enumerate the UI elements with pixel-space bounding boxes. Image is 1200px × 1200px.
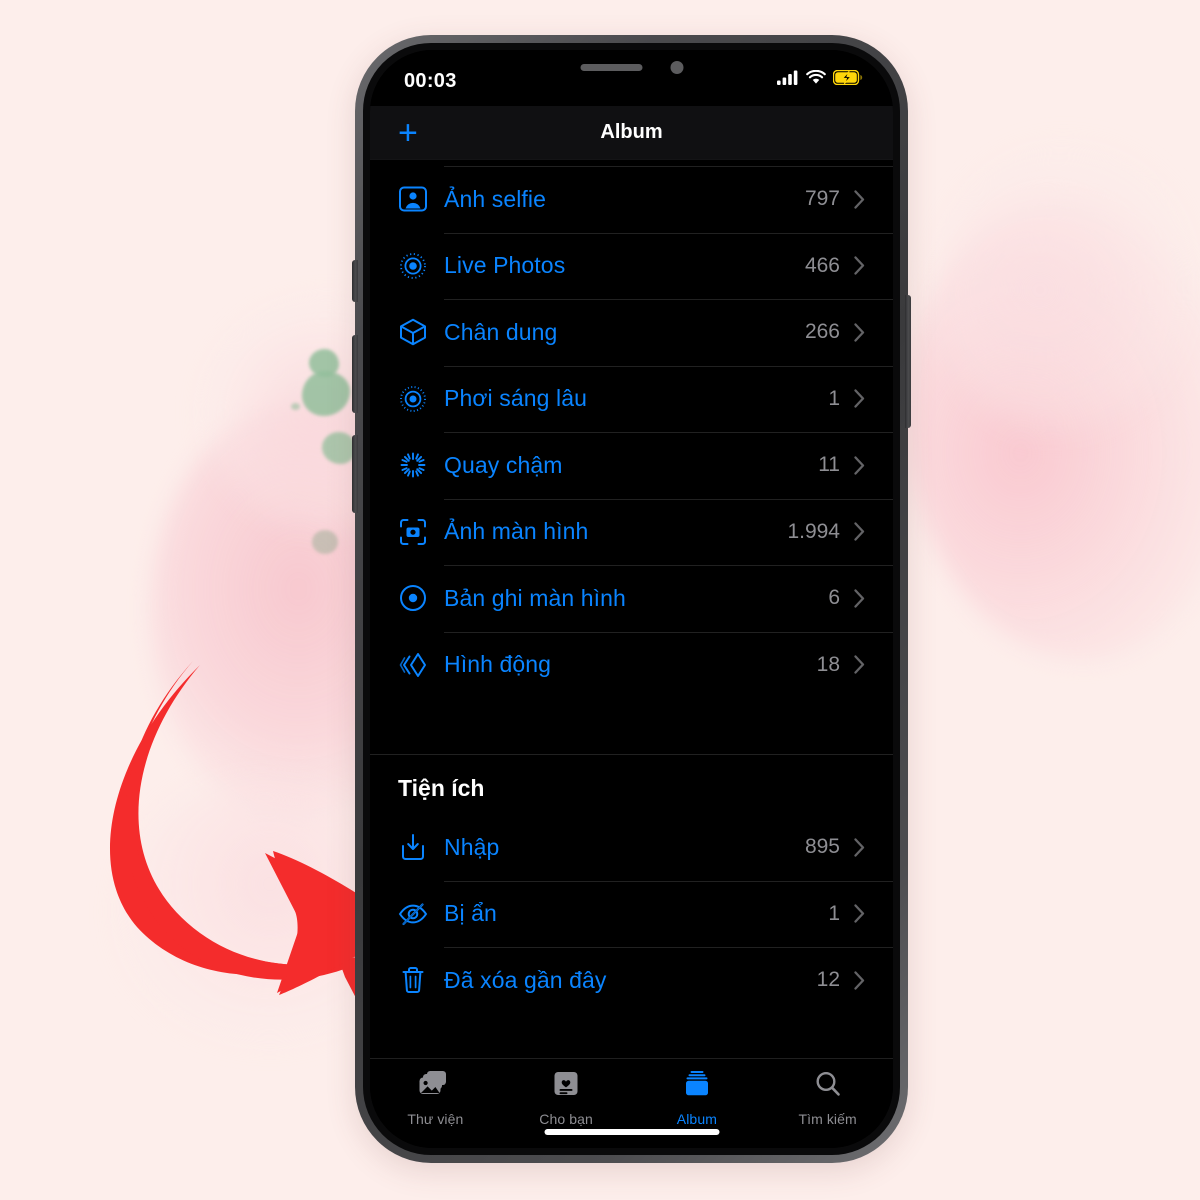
list-item-label: Bản ghi màn hình [444, 584, 626, 611]
wifi-icon [806, 69, 826, 90]
chevron-right-icon [854, 904, 865, 923]
list-item-label: Phơi sáng lâu [444, 385, 587, 412]
front-camera-icon [670, 61, 683, 74]
tab-search[interactable]: Tìm kiếm [762, 1069, 893, 1148]
list-item-count: 11 [818, 453, 840, 477]
list-item-count: 797 [804, 187, 840, 211]
import-icon [398, 832, 444, 862]
list-item-count: 6 [828, 586, 840, 610]
albums-icon [682, 1069, 712, 1104]
list-item-label: Bị ẩn [444, 900, 497, 927]
slow-motion-icon [398, 450, 444, 480]
chevron-right-icon [854, 589, 865, 608]
list-item[interactable]: Bản ghi màn hình 6 [370, 565, 893, 632]
long-exposure-icon [398, 384, 444, 414]
chevron-right-icon [854, 256, 865, 275]
status-bar-clock: 00:03 [404, 70, 457, 92]
list-item-count: 12 [816, 968, 840, 992]
list-item-count: 1.994 [787, 519, 840, 543]
page-title: Album [600, 121, 663, 143]
list-item-label: Đã xóa gần đây [444, 966, 607, 993]
list-item[interactable]: Quay chậm 11 [370, 432, 893, 499]
section-header-utilities: Tiện ích [370, 755, 893, 814]
list-item[interactable]: Đã xóa gần đây 12 [370, 947, 893, 1014]
add-album-button[interactable]: + [398, 116, 418, 150]
list-item-label: Ảnh màn hình [444, 518, 589, 545]
device-bezel: 00:03 + Album Ảnh selfie 797 Live Photos… [363, 43, 900, 1155]
earpiece-speaker-icon [580, 64, 642, 71]
animated-bounce-icon [398, 650, 444, 680]
list-item[interactable]: Phơi sáng lâu 1 [370, 365, 893, 433]
watercolor-blot-green-5 [291, 403, 300, 410]
power-button[interactable] [905, 295, 911, 428]
albums-list[interactable]: Ảnh selfie 797 Live Photos 466 Chân dung… [370, 160, 893, 1058]
list-item[interactable]: Ảnh selfie 797 [370, 166, 893, 233]
chevron-right-icon [854, 522, 865, 541]
photos-library-icon [418, 1069, 452, 1104]
list-item-count: 1 [828, 386, 840, 410]
tab-label: Tìm kiếm [798, 1111, 857, 1127]
tab-label: Cho bạn [539, 1111, 593, 1127]
list-item[interactable]: Nhập 895 [370, 814, 893, 881]
list-item-count: 266 [804, 320, 840, 344]
eye-slash-icon [398, 899, 444, 929]
mute-switch-button[interactable] [352, 260, 358, 302]
selfie-portrait-icon [398, 184, 444, 214]
status-bar-indicators [777, 69, 863, 90]
navigation-bar: + Album [370, 106, 893, 160]
list-item-count: 466 [804, 253, 840, 277]
signal-bars-icon [777, 70, 799, 90]
watercolor-blot-grey-4 [312, 530, 338, 554]
device-notch [524, 50, 739, 83]
list-item-label: Chân dung [444, 318, 558, 345]
list-item-label: Live Photos [444, 252, 566, 279]
chevron-right-icon [854, 971, 865, 990]
list-item-count: 895 [804, 835, 840, 859]
chevron-right-icon [854, 323, 865, 342]
chevron-right-icon [854, 655, 865, 674]
tab-albums[interactable]: Album [632, 1069, 763, 1148]
device-screen: 00:03 + Album Ảnh selfie 797 Live Photos… [370, 50, 893, 1148]
list-item[interactable]: Hình động 18 [370, 631, 893, 699]
volume-up-button[interactable] [352, 335, 358, 413]
chevron-right-icon [854, 838, 865, 857]
chevron-right-icon [854, 190, 865, 209]
trash-icon [398, 965, 444, 995]
list-item-label: Nhập [444, 833, 500, 860]
battery-charging-icon [832, 69, 863, 90]
iphone-device-frame: 00:03 + Album Ảnh selfie 797 Live Photos… [352, 35, 911, 1163]
chevron-right-icon [854, 389, 865, 408]
search-icon [813, 1069, 843, 1104]
live-photo-icon [398, 251, 444, 281]
list-item-label: Ảnh selfie [444, 185, 547, 212]
tab-for-you[interactable]: Cho bạn [501, 1069, 632, 1148]
list-item-label: Hình động [444, 651, 552, 678]
list-item[interactable]: Bị ẩn 1 [370, 880, 893, 948]
volume-down-button[interactable] [352, 435, 358, 513]
tab-library[interactable]: Thư viện [370, 1069, 501, 1148]
tab-label: Thư viện [407, 1111, 464, 1127]
section-spacer [370, 698, 893, 754]
list-item-count: 18 [816, 652, 840, 676]
list-item[interactable]: Live Photos 466 [370, 232, 893, 300]
screen-recording-icon [398, 583, 444, 613]
watercolor-blot-green-3 [322, 432, 356, 464]
list-item[interactable]: Chân dung 266 [370, 299, 893, 366]
screenshot-icon [398, 517, 444, 547]
chevron-right-icon [854, 456, 865, 475]
list-item[interactable]: Ảnh màn hình 1.994 [370, 498, 893, 566]
tab-label: Album [676, 1111, 717, 1127]
list-item-count: 1 [828, 901, 840, 925]
list-item-label: Quay chậm [444, 451, 563, 478]
home-indicator[interactable] [544, 1129, 719, 1135]
for-you-icon [551, 1069, 581, 1104]
cube-portrait-icon [398, 317, 444, 347]
